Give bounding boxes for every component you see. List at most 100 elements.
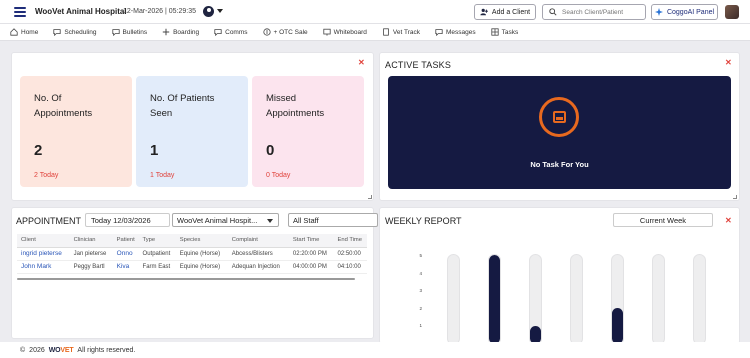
chevron-down-icon[interactable]: [217, 9, 223, 13]
nav-item-whiteboard[interactable]: Whiteboard: [323, 28, 367, 36]
column-header[interactable]: Type: [138, 234, 176, 248]
staff-select[interactable]: All Staff: [288, 213, 378, 227]
card-subtext: 1 Today: [150, 172, 175, 179]
board-icon: [323, 28, 331, 36]
date-filter[interactable]: Today 12/03/2026: [85, 213, 170, 227]
nav-label: Tasks: [501, 28, 519, 36]
nav-label: Whiteboard: [333, 28, 367, 36]
nav-item-tasks[interactable]: Tasks: [491, 28, 519, 36]
y-tick-label: 5: [419, 253, 422, 258]
y-tick-label: 1: [419, 323, 422, 329]
grid-icon: [491, 28, 499, 36]
home-icon: [10, 28, 18, 36]
close-icon[interactable]: ✕: [358, 58, 365, 67]
nav-label: Scheduling: [64, 28, 97, 36]
appointments-card: No. Of Appointments 2 2 Today: [20, 76, 132, 187]
chevron-down-icon: [267, 219, 273, 223]
table-cell: Equine (Horse): [175, 247, 228, 261]
patient-link[interactable]: Onno: [112, 247, 139, 261]
nav-item-messages[interactable]: Messages: [435, 28, 476, 36]
horizontal-scrollbar[interactable]: [17, 278, 355, 280]
current-datetime: 12-Mar-2026 | 05:29:35: [123, 8, 197, 15]
hospital-select-value: WooVet Animal Hospit...: [177, 215, 258, 225]
y-tick-label: 4: [419, 270, 422, 276]
card-subtext: 2 Today: [34, 172, 59, 179]
panel-title: WEEKLY REPORT: [385, 216, 462, 226]
search-box[interactable]: [542, 4, 646, 20]
resize-handle[interactable]: [733, 195, 737, 199]
table-cell: 04:00:00 PM: [288, 260, 334, 274]
nav-item-boarding[interactable]: Boarding: [162, 28, 199, 36]
nav-label: + OTC Sale: [273, 28, 308, 36]
appointment-panel: APPOINTMENT Today 12/03/2026 WooVet Anim…: [11, 207, 378, 339]
brand-logo: WOVET: [48, 346, 74, 354]
bar-track: [488, 254, 501, 345]
patients-seen-card: No. Of Patients Seen 1 1 Today: [136, 76, 248, 187]
coggo-ai-button[interactable]: CoggoAI Panel: [651, 4, 718, 20]
add-client-button[interactable]: Add a Client: [474, 4, 536, 20]
close-icon[interactable]: ✕: [725, 216, 732, 225]
resize-handle[interactable]: [368, 195, 372, 199]
close-icon[interactable]: ✕: [725, 58, 732, 67]
bar[interactable]: [612, 308, 623, 344]
nav-item-home[interactable]: Home: [10, 28, 38, 36]
chat-icon: [111, 29, 120, 36]
patient-link[interactable]: Kiva: [112, 260, 139, 274]
nav-item-otc-sale[interactable]: + OTC Sale: [262, 28, 308, 36]
top-bar: WooVet Animal Hospital 12-Mar-2026 | 05:…: [0, 0, 750, 24]
card-value: 1: [150, 142, 159, 159]
hospital-select[interactable]: WooVet Animal Hospit...: [172, 213, 279, 227]
doc-icon: [383, 28, 389, 36]
table-cell: Equine (Horse): [175, 260, 228, 274]
empty-tray-icon: [539, 97, 579, 137]
table-cell: 04:10:00: [333, 260, 367, 274]
menu-icon[interactable]: [14, 7, 26, 17]
nav-item-scheduling[interactable]: Scheduling: [53, 28, 97, 36]
hospital-name: WooVet Animal Hospital: [35, 7, 127, 16]
column-header[interactable]: Start Time: [288, 234, 334, 248]
table-row[interactable]: ingrid pieterse Jan pieterse Onno Outpatien…: [17, 247, 367, 261]
user-icon[interactable]: [203, 6, 214, 17]
weekly-report-panel: WEEKLY REPORT Current Week ✕ 543210: [379, 207, 740, 346]
panel-title: ACTIVE TASKS: [385, 60, 452, 70]
bar[interactable]: [489, 255, 500, 344]
column-header[interactable]: End Time: [333, 234, 367, 248]
coggo-label: CoggoAI Panel: [666, 8, 715, 16]
panel-title: APPOINTMENT: [16, 216, 82, 226]
y-tick-label: 3: [419, 288, 422, 294]
nav-label: Boarding: [173, 28, 200, 36]
nav-item-bulletins[interactable]: Bulletins: [111, 28, 148, 36]
table-cell: Outpatient: [138, 247, 176, 261]
card-title: No. Of Patients Seen: [150, 93, 215, 119]
column-header[interactable]: Clinician: [69, 234, 113, 248]
client-link[interactable]: John Mark: [17, 260, 70, 274]
column-header[interactable]: Client: [17, 234, 70, 248]
no-task-message: No Task For You: [530, 160, 589, 169]
bar-track: [570, 254, 583, 345]
search-input[interactable]: [562, 8, 642, 16]
table-row[interactable]: John Mark Peggy Bartl Kiva Farm East Equine …: [17, 260, 367, 274]
column-header[interactable]: Species: [175, 234, 228, 248]
table-cell: Farm East: [138, 260, 176, 274]
y-tick-label: 2: [419, 305, 422, 311]
card-value: 0: [266, 142, 275, 159]
active-tasks-panel: ACTIVE TASKS ✕ No Task For You: [379, 52, 740, 201]
nav-item-comms[interactable]: Comms: [214, 28, 248, 36]
bar-track: [529, 254, 542, 345]
nav-label: Bulletins: [122, 28, 148, 36]
card-subtext: 0 Today: [266, 172, 291, 179]
column-header[interactable]: Complaint: [227, 234, 289, 248]
bar-track: [652, 254, 665, 345]
nav-label: Messages: [446, 28, 476, 36]
column-header[interactable]: Patient: [112, 234, 139, 248]
copyright-icon: ©: [20, 346, 26, 354]
nav-item-vet-track[interactable]: Vet Track: [382, 28, 420, 36]
missed-appointments-card: Missed Appointments 0 0 Today: [252, 76, 364, 187]
plus-icon: [162, 28, 170, 36]
client-link[interactable]: ingrid pieterse: [17, 247, 70, 261]
period-select[interactable]: Current Week: [613, 213, 713, 227]
footer: © 2026 WOVET All rights reserved.: [0, 342, 750, 358]
avatar[interactable]: [725, 5, 739, 19]
rights-text: All rights reserved.: [77, 346, 136, 354]
chat-icon: [435, 29, 443, 36]
